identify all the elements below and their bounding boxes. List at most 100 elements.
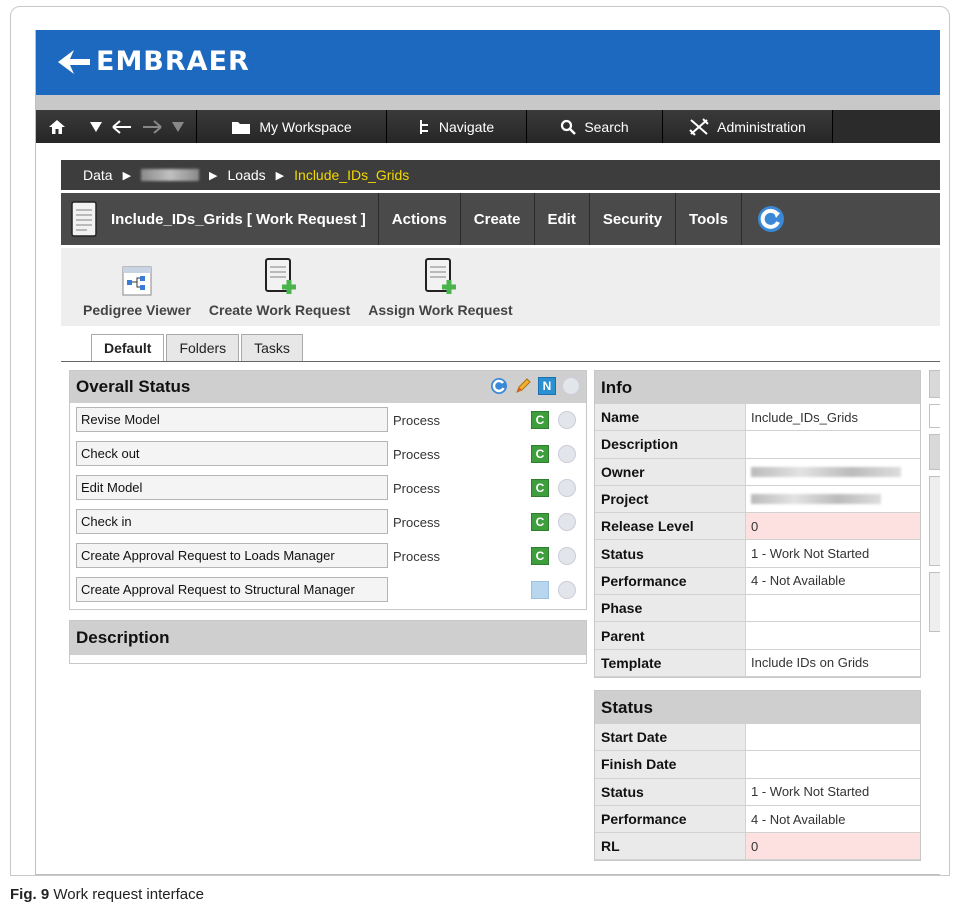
refresh-button[interactable]	[742, 193, 800, 245]
pedigree-viewer-button[interactable]: Pedigree Viewer	[83, 266, 191, 318]
chevron-down-icon[interactable]	[172, 121, 184, 132]
info-value	[746, 622, 920, 649]
header-icons: N	[490, 377, 580, 395]
info-value: 1 - Work Not Started	[746, 540, 920, 567]
task-status-dot	[558, 445, 576, 463]
panel-title: Description	[76, 628, 170, 647]
tab-tasks[interactable]: Tasks	[241, 334, 303, 361]
tab-default[interactable]: Default	[91, 334, 165, 361]
task-row: Check in Process C	[70, 505, 586, 539]
menu-create[interactable]: Create	[461, 193, 535, 245]
task-name[interactable]: Create Approval Request to Structural Ma…	[76, 577, 388, 602]
status-value: 1 - Work Not Started	[746, 778, 920, 805]
info-row: Release Level 0	[595, 513, 920, 541]
description-header: Description	[70, 621, 586, 655]
panel-title: Status	[601, 697, 653, 717]
info-header: Info	[595, 371, 920, 404]
menu-actions[interactable]: Actions	[379, 193, 461, 245]
task-complete-badge[interactable]: C	[531, 445, 549, 463]
info-value-redacted	[746, 485, 920, 513]
breadcrumb-loads[interactable]: Loads	[228, 167, 266, 183]
status-value: 0	[746, 833, 920, 860]
breadcrumb-current: Include_IDs_Grids	[294, 167, 410, 183]
status-dot	[562, 377, 580, 395]
task-type: Process	[393, 413, 440, 428]
tab-bar: Default Folders Tasks	[91, 334, 305, 361]
status-row: Status 1 - Work Not Started	[595, 778, 920, 806]
info-row: Phase	[595, 595, 920, 623]
object-title: Include_IDs_Grids [ Work Request ]	[61, 193, 379, 245]
status-panel: Status Start Date Finish Date Status 1 - …	[594, 690, 921, 862]
task-complete-badge[interactable]: C	[531, 479, 549, 497]
breadcrumb-arrow-icon: ▶	[275, 169, 285, 182]
folder-icon	[232, 121, 251, 134]
refresh-icon[interactable]	[490, 377, 508, 395]
status-value	[746, 751, 920, 778]
info-key: Performance	[595, 567, 746, 595]
brand-header: EMBRAER	[36, 30, 940, 95]
task-type: Process	[393, 549, 440, 564]
task-name[interactable]: Check out	[76, 441, 388, 466]
task-name[interactable]: Revise Model	[76, 407, 388, 432]
info-key: Release Level	[595, 513, 746, 540]
chevron-down-icon[interactable]	[90, 121, 102, 132]
pencil-icon[interactable]	[514, 377, 532, 395]
info-row: Performance 4 - Not Available	[595, 567, 920, 596]
menu-tools[interactable]: Tools	[676, 193, 742, 245]
info-row: Owner	[595, 458, 920, 486]
task-status-dot	[558, 513, 576, 531]
document-add-icon	[425, 258, 457, 294]
document-icon	[71, 201, 97, 237]
back-arrow-icon[interactable]	[112, 119, 132, 134]
nav-search[interactable]: Search	[527, 110, 663, 143]
info-key: Template	[595, 649, 746, 676]
info-row: Parent	[595, 622, 920, 650]
menu-security[interactable]: Security	[590, 193, 677, 245]
info-key: Phase	[595, 595, 746, 622]
breadcrumb-redacted[interactable]	[141, 169, 200, 181]
status-key: Finish Date	[595, 751, 746, 778]
tool-label: Create Work Request	[208, 302, 351, 318]
redacted-text	[751, 466, 901, 477]
info-key: Status	[595, 540, 746, 567]
task-status-dot	[558, 411, 576, 429]
clipped-panel	[929, 404, 940, 428]
home-icon[interactable]	[48, 119, 66, 135]
nav-my-workspace[interactable]: My Workspace	[197, 110, 387, 143]
task-complete-badge[interactable]: C	[531, 547, 549, 565]
info-row: Project	[595, 485, 920, 514]
info-key: Owner	[595, 458, 746, 485]
status-value	[746, 724, 920, 751]
new-badge[interactable]: N	[538, 377, 556, 395]
task-name[interactable]: Edit Model	[76, 475, 388, 500]
assign-work-request-button[interactable]: Assign Work Request	[368, 258, 513, 318]
status-row: RL 0	[595, 833, 920, 861]
breadcrumb-arrow-icon: ▶	[209, 169, 218, 182]
task-complete-badge[interactable]: C	[531, 513, 549, 531]
task-row: Create Approval Request to Structural Ma…	[70, 573, 586, 607]
menu-edit[interactable]: Edit	[535, 193, 590, 245]
task-complete-badge[interactable]: C	[531, 411, 549, 429]
status-row: Start Date	[595, 724, 920, 752]
nav-navigate[interactable]: Navigate	[387, 110, 527, 143]
redacted-text	[751, 494, 881, 505]
nav-administration[interactable]: Administration	[663, 110, 833, 143]
nav-label: Search	[584, 118, 629, 135]
tab-divider	[61, 361, 940, 362]
create-work-request-button[interactable]: Create Work Request	[209, 258, 350, 318]
task-name[interactable]: Check in	[76, 509, 388, 534]
task-pending-badge[interactable]	[531, 581, 549, 599]
refresh-icon	[757, 206, 784, 232]
info-value: 0	[746, 513, 920, 540]
logo-arrow-icon	[58, 49, 90, 74]
task-name[interactable]: Create Approval Request to Loads Manager	[76, 543, 388, 568]
info-value	[746, 431, 920, 458]
tab-folders[interactable]: Folders	[166, 334, 240, 361]
breadcrumb-root[interactable]: Data	[83, 167, 113, 183]
status-header: Status	[595, 691, 920, 724]
search-icon	[561, 119, 577, 135]
forward-arrow-icon[interactable]	[142, 119, 162, 134]
task-row: Edit Model Process C	[70, 471, 586, 505]
task-row: Create Approval Request to Loads Manager…	[70, 539, 586, 573]
overall-status-header: Overall Status N	[70, 371, 586, 403]
